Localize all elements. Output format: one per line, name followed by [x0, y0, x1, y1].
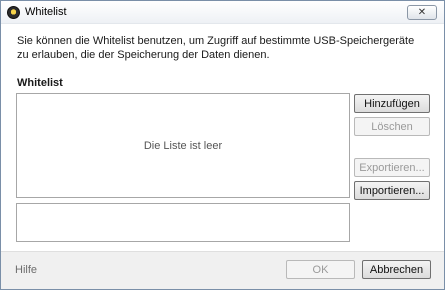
dialog-footer: Hilfe OK Abbrechen	[1, 251, 444, 289]
ok-button[interactable]: OK	[286, 260, 355, 279]
import-button[interactable]: Importieren...	[354, 181, 430, 200]
cancel-button[interactable]: Abbrechen	[362, 260, 431, 279]
close-button[interactable]: ✕	[407, 5, 437, 20]
app-shield-icon	[7, 6, 20, 19]
close-icon: ✕	[417, 7, 427, 18]
title-bar[interactable]: Whitelist ✕	[1, 1, 444, 24]
whitelist-heading: Whitelist	[17, 77, 63, 89]
intro-text: Sie können die Whitelist benutzen, um Zu…	[17, 35, 415, 61]
export-button[interactable]: Exportieren...	[354, 158, 430, 177]
delete-button[interactable]: Löschen	[354, 117, 430, 136]
help-link[interactable]: Hilfe	[15, 264, 37, 276]
window-title: Whitelist	[25, 6, 67, 18]
empty-list-message: Die Liste ist leer	[143, 139, 223, 152]
whitelist-dialog: Whitelist ✕ Sie können die Whitelist ben…	[0, 0, 445, 290]
add-button[interactable]: Hinzufügen	[354, 94, 430, 113]
whitelist-list[interactable]: Die Liste ist leer	[16, 93, 350, 198]
device-details-box	[16, 203, 350, 242]
